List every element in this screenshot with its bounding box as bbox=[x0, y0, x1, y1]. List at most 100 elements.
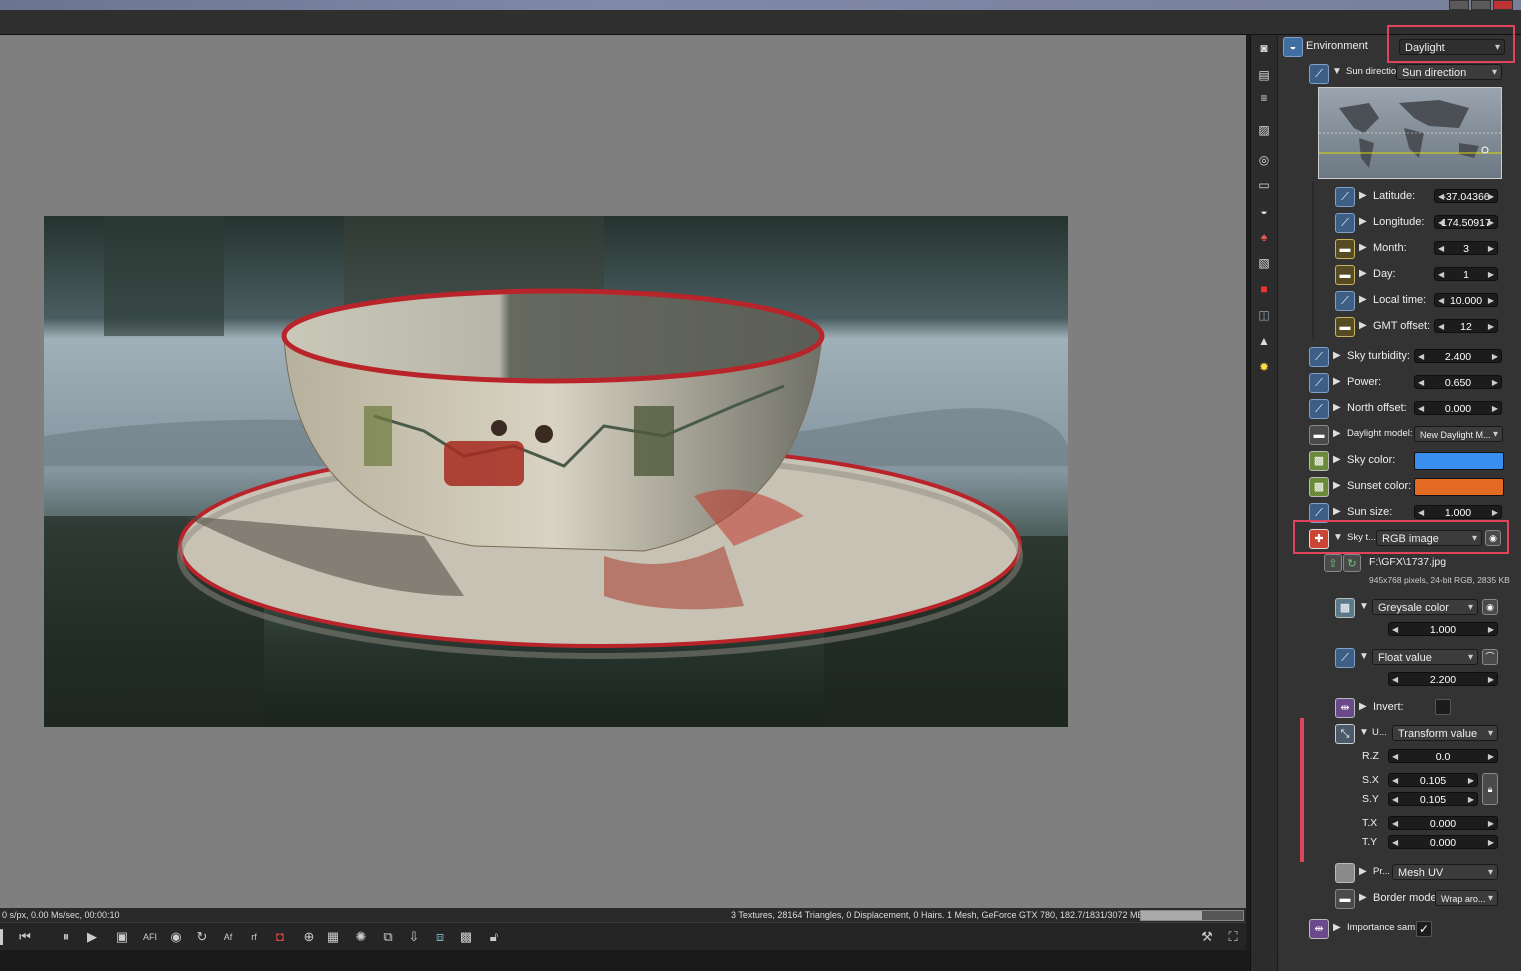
transform-dropdown[interactable]: Transform value bbox=[1392, 725, 1498, 741]
transform-icon[interactable]: ⤡ bbox=[1335, 724, 1355, 744]
sx-field[interactable]: ◀ 0.105 ▶ bbox=[1388, 773, 1478, 787]
expand-triangle-icon[interactable]: ▶ bbox=[1359, 316, 1367, 336]
export-icon[interactable]: ⧈ bbox=[431, 928, 449, 946]
collapse-triangle-icon[interactable]: ▼ bbox=[1359, 597, 1369, 617]
expand-triangle-icon[interactable]: ▶ bbox=[1359, 290, 1367, 310]
checker-icon[interactable]: ▩ bbox=[457, 928, 475, 946]
copy-icon[interactable]: ⧉ bbox=[379, 928, 397, 946]
greyscale-dropdown[interactable]: Greysale color bbox=[1372, 599, 1478, 615]
border-mode-icon[interactable]: ▬ bbox=[1335, 889, 1355, 909]
power-field[interactable]: ◀ 0.650 ▶ bbox=[1414, 375, 1502, 389]
reload-icon[interactable]: ↻ bbox=[1343, 554, 1361, 572]
paint-icon[interactable]: ♠ bbox=[1256, 229, 1272, 245]
border-mode-dropdown[interactable]: Wrap aro... bbox=[1435, 890, 1498, 906]
greyscale-value-field[interactable]: ◀ 1.000 ▶ bbox=[1388, 622, 1498, 636]
expand-triangle-icon[interactable]: ▶ bbox=[1359, 186, 1367, 206]
texture-icon[interactable]: ▧ bbox=[1256, 255, 1272, 271]
invert-icon[interactable]: ⇹ bbox=[1335, 698, 1355, 718]
stop-icon[interactable]: ▌ bbox=[0, 928, 12, 946]
import-icon[interactable]: ⇩ bbox=[405, 928, 423, 946]
wrench-icon[interactable]: ⚒ bbox=[1198, 928, 1216, 946]
local-time-field[interactable]: ◀ 10.000 ▶ bbox=[1434, 293, 1498, 307]
layers-icon[interactable]: ▤ bbox=[1256, 67, 1272, 83]
projection-icon[interactable] bbox=[1335, 863, 1355, 883]
collapse-triangle-icon[interactable]: ▼ bbox=[1359, 647, 1369, 667]
load-file-icon[interactable]: ⇧ bbox=[1324, 554, 1342, 572]
sunset-color-swatch[interactable] bbox=[1414, 478, 1504, 496]
month-field[interactable]: ◀ 3 ▶ bbox=[1434, 241, 1498, 255]
latitude-field[interactable]: ◀ -37.04366 ▶ bbox=[1434, 189, 1498, 203]
camera-icon[interactable]: ◙ bbox=[1256, 40, 1272, 56]
preview-eye-icon[interactable]: ◉ bbox=[1482, 599, 1498, 615]
greyscale-icon[interactable]: ▩ bbox=[1335, 598, 1355, 618]
rewind-icon[interactable]: ⏮ bbox=[16, 928, 34, 946]
float-value-dropdown[interactable]: Float value bbox=[1372, 649, 1478, 665]
expand-triangle-icon[interactable]: ▶ bbox=[1359, 212, 1367, 232]
sy-field[interactable]: ◀ 0.105 ▶ bbox=[1388, 792, 1478, 806]
minimize-button[interactable] bbox=[1449, 0, 1469, 10]
curve-icon[interactable]: ⌒ bbox=[1482, 649, 1498, 665]
daylight-model-dropdown[interactable]: New Daylight M... bbox=[1414, 426, 1503, 442]
latitude-icon[interactable]: ⟋ bbox=[1335, 187, 1355, 207]
day-icon[interactable]: ▬ bbox=[1335, 265, 1355, 285]
refresh-icon[interactable]: ↻ bbox=[193, 928, 211, 946]
longitude-field[interactable]: ◀ 174.50917 ▶ bbox=[1434, 215, 1498, 229]
color-icon[interactable]: ◉ bbox=[167, 928, 185, 946]
projection-dropdown[interactable]: Mesh UV bbox=[1392, 864, 1498, 880]
render-viewport[interactable] bbox=[0, 35, 1246, 908]
collapse-triangle-icon[interactable]: ▼ bbox=[1332, 62, 1342, 82]
region-icon[interactable]: ▦ bbox=[324, 928, 342, 946]
expand-triangle-icon[interactable]: ▶ bbox=[1333, 918, 1341, 938]
focus-icon[interactable]: ✺ bbox=[352, 928, 370, 946]
expand-triangle-icon[interactable]: ▶ bbox=[1333, 398, 1341, 418]
zoom-icon[interactable]: ⊕ bbox=[300, 928, 318, 946]
invert-checkbox[interactable] bbox=[1435, 699, 1451, 715]
gmt-offset-field[interactable]: ◀ 12 ▶ bbox=[1434, 319, 1498, 333]
sunset-color-icon[interactable]: ▩ bbox=[1309, 477, 1329, 497]
sun-direction-icon[interactable]: ⟋ bbox=[1309, 64, 1329, 84]
importance-sampling-checkbox[interactable]: ✓ bbox=[1416, 921, 1432, 937]
expand-triangle-icon[interactable]: ▶ bbox=[1333, 502, 1341, 522]
expand-triangle-icon[interactable]: ▶ bbox=[1333, 346, 1341, 366]
pause-icon[interactable]: ⏸ bbox=[57, 928, 75, 946]
month-icon[interactable]: ▬ bbox=[1335, 239, 1355, 259]
expand-triangle-icon[interactable]: ▶ bbox=[1333, 424, 1341, 444]
tx-field[interactable]: ◀ 0.000 ▶ bbox=[1388, 816, 1498, 830]
sky-turbidity-field[interactable]: ◀ 2.400 ▶ bbox=[1414, 349, 1502, 363]
monitor-icon[interactable]: ▭ bbox=[1256, 177, 1272, 193]
afi-icon[interactable]: AFI bbox=[141, 928, 159, 946]
collapse-triangle-icon[interactable]: ▼ bbox=[1359, 723, 1369, 743]
day-field[interactable]: ◀ 1 ▶ bbox=[1434, 267, 1498, 281]
power-icon[interactable]: ⟋ bbox=[1309, 373, 1329, 393]
mesh-icon[interactable]: ◫ bbox=[1256, 307, 1272, 323]
lock-scale-icon[interactable]: 🔒︎ bbox=[1482, 773, 1498, 805]
daylight-model-icon[interactable]: ▬ bbox=[1309, 425, 1329, 445]
expand-triangle-icon[interactable]: ▶ bbox=[1359, 264, 1367, 284]
expand-triangle-icon[interactable]: ▶ bbox=[1359, 862, 1367, 882]
fullscreen-icon[interactable]: ⛶ bbox=[1224, 928, 1242, 946]
film-camera-icon[interactable]: ◎ bbox=[1256, 152, 1272, 168]
rf-icon[interactable]: rf bbox=[245, 928, 263, 946]
environment-icon[interactable]: ◒ bbox=[1256, 203, 1272, 219]
rz-field[interactable]: ◀ 0.0 ▶ bbox=[1388, 749, 1498, 763]
importance-sampling-icon[interactable]: ⇹ bbox=[1309, 919, 1329, 939]
maximize-button[interactable] bbox=[1471, 0, 1491, 10]
local-time-icon[interactable]: ⟋ bbox=[1335, 291, 1355, 311]
expand-triangle-icon[interactable]: ▶ bbox=[1333, 372, 1341, 392]
world-map[interactable] bbox=[1318, 87, 1502, 179]
list-icon[interactable]: ≡ bbox=[1256, 90, 1272, 106]
ty-field[interactable]: ◀ 0.000 ▶ bbox=[1388, 835, 1498, 849]
expand-triangle-icon[interactable]: ▶ bbox=[1359, 238, 1367, 258]
sky-color-swatch[interactable] bbox=[1414, 452, 1504, 470]
north-offset-icon[interactable]: ⟋ bbox=[1309, 399, 1329, 419]
sun-size-field[interactable]: ◀ 1.000 ▶ bbox=[1414, 505, 1502, 519]
sun-direction-dropdown[interactable]: Sun direction bbox=[1396, 64, 1502, 80]
expand-triangle-icon[interactable]: ▶ bbox=[1359, 888, 1367, 908]
material-icon[interactable]: ■ bbox=[1256, 281, 1272, 297]
expand-triangle-icon[interactable]: ▶ bbox=[1359, 697, 1367, 717]
clip-icon[interactable]: ◘ bbox=[271, 928, 289, 946]
expand-triangle-icon[interactable]: ▶ bbox=[1333, 476, 1341, 496]
north-offset-field[interactable]: ◀ 0.000 ▶ bbox=[1414, 401, 1502, 415]
af-icon[interactable]: Af bbox=[219, 928, 237, 946]
expand-triangle-icon[interactable]: ▶ bbox=[1333, 450, 1341, 470]
